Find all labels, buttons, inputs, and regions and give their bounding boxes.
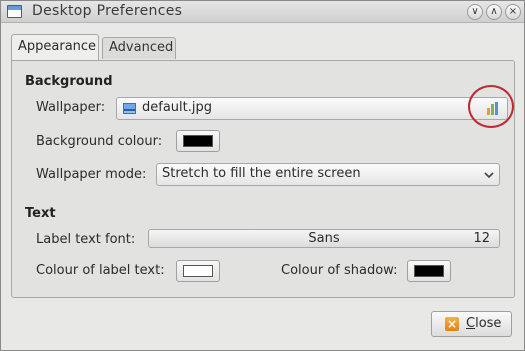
- font-size: 12: [473, 231, 490, 246]
- label-colour-button[interactable]: [176, 260, 220, 282]
- window-title: Desktop Preferences: [32, 3, 183, 19]
- window-icon: [7, 5, 22, 18]
- browse-highlight-circle: [468, 85, 514, 128]
- tab-appearance[interactable]: Appearance: [11, 34, 99, 61]
- label-font-label: Label text font:: [36, 232, 136, 247]
- background-heading: Background: [25, 74, 113, 89]
- close-window-button[interactable]: ×: [505, 4, 521, 20]
- tab-advanced[interactable]: Advanced: [102, 37, 176, 59]
- text-heading: Text: [25, 206, 56, 221]
- title-bar[interactable]: Desktop Preferences ∨ ∧ ×: [1, 1, 524, 23]
- minimize-button[interactable]: ∨: [467, 4, 483, 20]
- maximize-button[interactable]: ∧: [486, 4, 502, 20]
- label-colour-swatch: [183, 265, 213, 277]
- desktop-preferences-window: Desktop Preferences ∨ ∧ × Appearance Adv…: [0, 0, 525, 351]
- label-colour-label: Colour of label text:: [36, 263, 165, 278]
- background-colour-label: Background colour:: [36, 134, 163, 149]
- label-font-button[interactable]: Sans 12: [148, 229, 500, 248]
- wallpaper-mode-value: Stretch to fill the entire screen: [162, 166, 361, 181]
- close-button[interactable]: × Close: [431, 311, 512, 337]
- wallpaper-file-field[interactable]: default.jpg: [116, 97, 508, 120]
- shadow-colour-swatch: [414, 265, 444, 277]
- image-file-icon: [123, 103, 136, 114]
- wallpaper-mode-select[interactable]: Stretch to fill the entire screen: [156, 163, 500, 186]
- close-button-label: Close: [466, 316, 502, 331]
- appearance-panel: Background Wallpaper: default.jpg Backgr…: [11, 60, 515, 298]
- close-icon: ×: [445, 317, 459, 331]
- background-colour-swatch: [183, 135, 213, 147]
- background-colour-button[interactable]: [176, 130, 220, 152]
- wallpaper-file-name: default.jpg: [142, 100, 212, 115]
- shadow-colour-button[interactable]: [407, 260, 451, 282]
- wallpaper-mode-label: Wallpaper mode:: [36, 167, 147, 182]
- font-name: Sans: [308, 231, 340, 246]
- chevron-down-icon: [484, 172, 494, 179]
- wallpaper-label: Wallpaper:: [36, 100, 106, 115]
- shadow-colour-label: Colour of shadow:: [281, 263, 398, 278]
